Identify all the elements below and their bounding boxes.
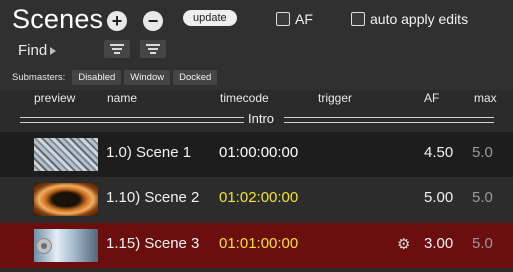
scene-row-selected[interactable]: 1.15) Scene 3 01:01:00:00 ⚙ 3.00 5.0 bbox=[0, 223, 513, 268]
scene-row[interactable]: 1.0) Scene 1 01:00:00:00 4.50 5.0 bbox=[0, 132, 513, 177]
auto-apply-checkbox-group[interactable]: auto apply edits bbox=[351, 11, 468, 27]
filter-button-2[interactable] bbox=[140, 40, 166, 58]
scene-preview-thumbnail bbox=[34, 138, 98, 171]
update-button[interactable]: update bbox=[183, 10, 237, 26]
find-label: Find bbox=[18, 42, 48, 59]
filter-button-1[interactable] bbox=[104, 40, 130, 58]
plus-icon: + bbox=[111, 11, 123, 31]
scene-max-value: 5.0 bbox=[472, 144, 493, 161]
auto-apply-checkbox[interactable] bbox=[351, 12, 365, 26]
scene-name: 1.10) Scene 2 bbox=[106, 189, 200, 206]
column-af[interactable]: AF bbox=[424, 91, 439, 105]
separator-line-left bbox=[20, 117, 244, 123]
scene-max-value: 5.0 bbox=[472, 189, 493, 206]
minus-icon: − bbox=[147, 11, 159, 31]
af-checkbox-label: AF bbox=[295, 11, 313, 27]
scene-af-value[interactable]: 4.50 bbox=[424, 144, 453, 161]
separator-line-right bbox=[284, 117, 494, 123]
filter-icon bbox=[146, 44, 160, 46]
scene-timecode: 01:01:00:00 bbox=[219, 235, 299, 252]
eye-icon[interactable] bbox=[36, 238, 52, 254]
toolbar: Scenes + − update AF auto apply edits Fi… bbox=[0, 0, 513, 90]
group-label: Intro bbox=[248, 111, 275, 126]
gear-icon[interactable]: ⚙ bbox=[397, 235, 410, 253]
scene-name: 1.0) Scene 1 bbox=[106, 144, 192, 161]
scene-name: 1.15) Scene 3 bbox=[106, 235, 200, 252]
column-max[interactable]: max bbox=[474, 91, 497, 105]
group-separator[interactable]: Intro bbox=[0, 108, 513, 132]
remove-scene-button[interactable]: − bbox=[143, 11, 163, 31]
submasters-docked-button[interactable]: Docked bbox=[173, 70, 218, 85]
scene-max-value: 5.0 bbox=[472, 235, 493, 252]
submasters-label: Submasters: bbox=[12, 72, 66, 83]
submasters-disabled-button[interactable]: Disabled bbox=[72, 70, 122, 85]
disclosure-triangle-icon bbox=[50, 46, 57, 55]
submasters-bar: Submasters: Disabled Window Docked bbox=[12, 70, 218, 85]
scene-timecode: 01:00:00:00 bbox=[219, 144, 299, 161]
af-checkbox-group[interactable]: AF bbox=[276, 11, 313, 27]
scene-timecode: 01:02:00:00 bbox=[219, 189, 299, 206]
find-toggle[interactable]: Find bbox=[18, 42, 57, 59]
auto-apply-label: auto apply edits bbox=[370, 11, 469, 27]
column-header: preview name timecode trigger AF max bbox=[0, 90, 513, 108]
add-scene-button[interactable]: + bbox=[107, 11, 127, 31]
af-checkbox[interactable] bbox=[276, 12, 290, 26]
column-trigger[interactable]: trigger bbox=[318, 91, 352, 105]
column-preview[interactable]: preview bbox=[34, 91, 75, 105]
filter-icon bbox=[110, 44, 124, 46]
scene-row[interactable]: 1.10) Scene 2 01:02:00:00 5.00 5.0 bbox=[0, 177, 513, 222]
submasters-window-button[interactable]: Window bbox=[124, 70, 171, 85]
scene-preview-thumbnail bbox=[34, 183, 98, 216]
column-timecode[interactable]: timecode bbox=[220, 91, 269, 105]
scene-af-value[interactable]: 3.00 bbox=[424, 235, 453, 252]
column-name[interactable]: name bbox=[107, 91, 137, 105]
panel-title: Scenes bbox=[12, 4, 104, 34]
scene-af-value[interactable]: 5.00 bbox=[424, 189, 453, 206]
